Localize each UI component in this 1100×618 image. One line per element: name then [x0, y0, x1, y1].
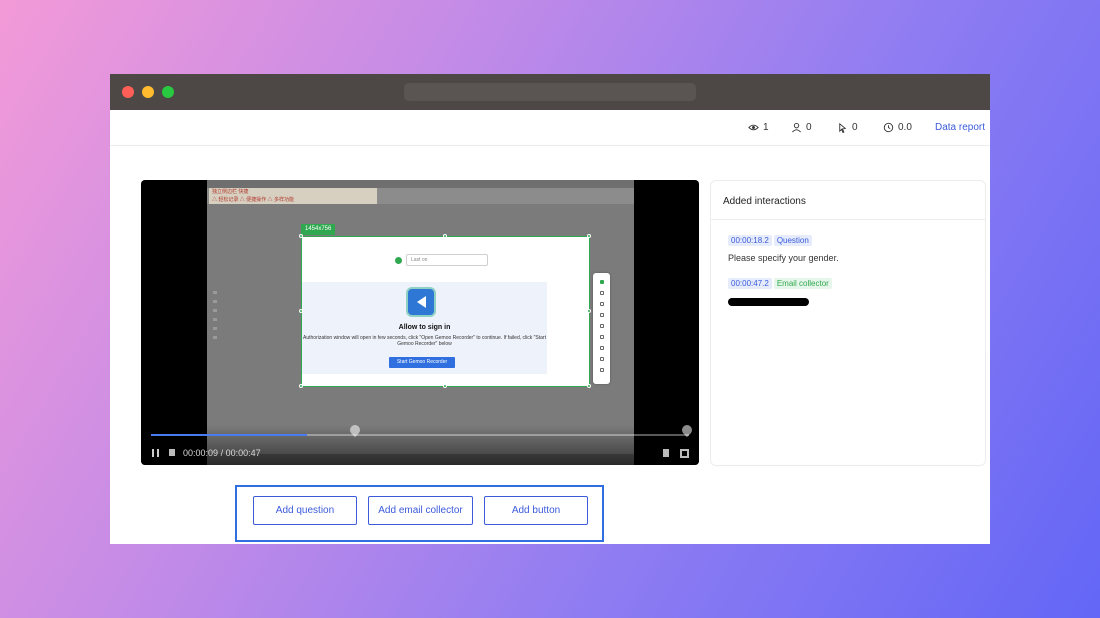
undo-icon[interactable] — [599, 335, 604, 339]
recorded-signin-dialog: Last on Allow to sign in Authorization w… — [301, 236, 590, 387]
pause-icon[interactable] — [152, 449, 159, 457]
progress-fill — [151, 434, 308, 436]
player-controls: 00:00:09 / 00:00:47 — [141, 422, 699, 465]
blur-tool-icon[interactable] — [599, 324, 604, 328]
recorded-banner: 独立侧边栏 快捷 △ 轻松记录 △ 便捷操作 △ 多样功能 — [209, 188, 377, 204]
clicks-stat: 0 — [837, 122, 858, 133]
recorded-side-toolbar — [209, 285, 223, 365]
time-count: 0.0 — [898, 122, 912, 133]
total-time: 00:00:47 — [225, 448, 261, 458]
users-count: 0 — [806, 122, 812, 133]
volume-icon[interactable] — [169, 449, 175, 456]
annotation-toolbar — [593, 273, 610, 384]
text-tool-icon[interactable] — [599, 302, 604, 306]
cursor-click-icon — [839, 122, 847, 133]
panel-title: Added interactions — [711, 181, 985, 220]
views-count: 1 — [763, 122, 769, 133]
interactions-panel: Added interactions 00:00:18.2 Question Pl… — [710, 180, 986, 466]
stats-bar: 1 0 0 0.0 Data report — [110, 110, 990, 146]
close-tool-icon[interactable] — [599, 346, 604, 350]
current-time: 00:00:09 — [183, 448, 219, 458]
maximize-window-button[interactable] — [162, 86, 174, 98]
data-report-link[interactable]: Data report — [935, 122, 985, 133]
resize-handle[interactable] — [299, 234, 303, 238]
interaction-item[interactable]: 00:00:18.2 Question Please specify your g… — [711, 230, 985, 263]
title-bar — [110, 74, 990, 110]
user-icon — [792, 123, 801, 133]
rectangle-tool-icon[interactable] — [599, 313, 604, 317]
interaction-marker[interactable] — [679, 422, 695, 438]
select-tool-icon[interactable] — [599, 280, 604, 284]
start-recorder-button: Start Gemoo Recorder — [389, 357, 455, 368]
minimize-window-button[interactable] — [142, 86, 154, 98]
redacted-content — [728, 298, 809, 306]
views-stat: 1 — [748, 122, 769, 133]
settings-icon[interactable] — [663, 449, 669, 457]
interaction-item[interactable]: 00:00:47.2 Email collector — [711, 273, 985, 306]
time-separator: / — [220, 448, 224, 458]
signin-panel: Allow to sign in Authorization window wi… — [302, 282, 547, 374]
interaction-time: 00:00:47.2 — [728, 278, 772, 289]
resize-handle[interactable] — [443, 384, 447, 388]
add-interaction-toolbar: Add question Add email collector Add but… — [235, 485, 604, 542]
interaction-time: 00:00:18.2 — [728, 235, 772, 246]
add-question-button[interactable]: Add question — [253, 496, 357, 525]
pen-tool-icon[interactable] — [599, 291, 604, 295]
eraser-tool-icon[interactable] — [599, 357, 604, 361]
interaction-text: Please specify your gender. — [728, 253, 839, 263]
address-bar[interactable] — [404, 83, 696, 101]
resize-handle[interactable] — [587, 234, 591, 238]
recorded-tabs-row — [207, 180, 634, 188]
interaction-marker[interactable] — [347, 422, 363, 438]
clock-icon — [883, 122, 894, 133]
add-email-collector-button[interactable]: Add email collector — [368, 496, 473, 525]
resize-handle[interactable] — [443, 234, 447, 238]
dialog-title: Allow to sign in — [398, 324, 451, 331]
users-stat: 0 — [791, 122, 812, 133]
banner-line-2: △ 轻松记录 △ 便捷操作 △ 多样功能 — [212, 197, 294, 203]
interaction-type: Question — [773, 235, 812, 246]
step-indicator — [395, 257, 402, 264]
close-window-button[interactable] — [122, 86, 134, 98]
resize-handle[interactable] — [587, 309, 591, 313]
eye-icon — [748, 124, 759, 131]
refresh-tool-icon[interactable] — [599, 368, 604, 372]
clicks-count: 0 — [852, 122, 858, 133]
progress-bar[interactable] — [151, 422, 695, 438]
fullscreen-icon[interactable] — [680, 449, 689, 458]
recorded-input-field: Last on — [406, 254, 488, 266]
app-window: 1 0 0 0.0 Data report 独立侧边栏 快捷 △ 轻松记录 △ … — [110, 74, 990, 544]
banner-line-1: 独立侧边栏 快捷 — [212, 189, 249, 195]
resize-handle[interactable] — [587, 384, 591, 388]
video-player[interactable]: 独立侧边栏 快捷 △ 轻松记录 △ 便捷操作 △ 多样功能 1454x756 L… — [141, 180, 699, 465]
time-stat: 0.0 — [883, 122, 912, 133]
add-button-button[interactable]: Add button — [484, 496, 588, 525]
gemoo-logo-icon — [406, 287, 436, 317]
selection-size-tag: 1454x756 — [301, 224, 336, 235]
resize-handle[interactable] — [299, 309, 303, 313]
dialog-text: Authorization window will open in few se… — [303, 335, 546, 347]
resize-handle[interactable] — [299, 384, 303, 388]
interaction-type: Email collector — [773, 278, 832, 289]
time-display: 00:00:09 / 00:00:47 — [183, 448, 261, 458]
